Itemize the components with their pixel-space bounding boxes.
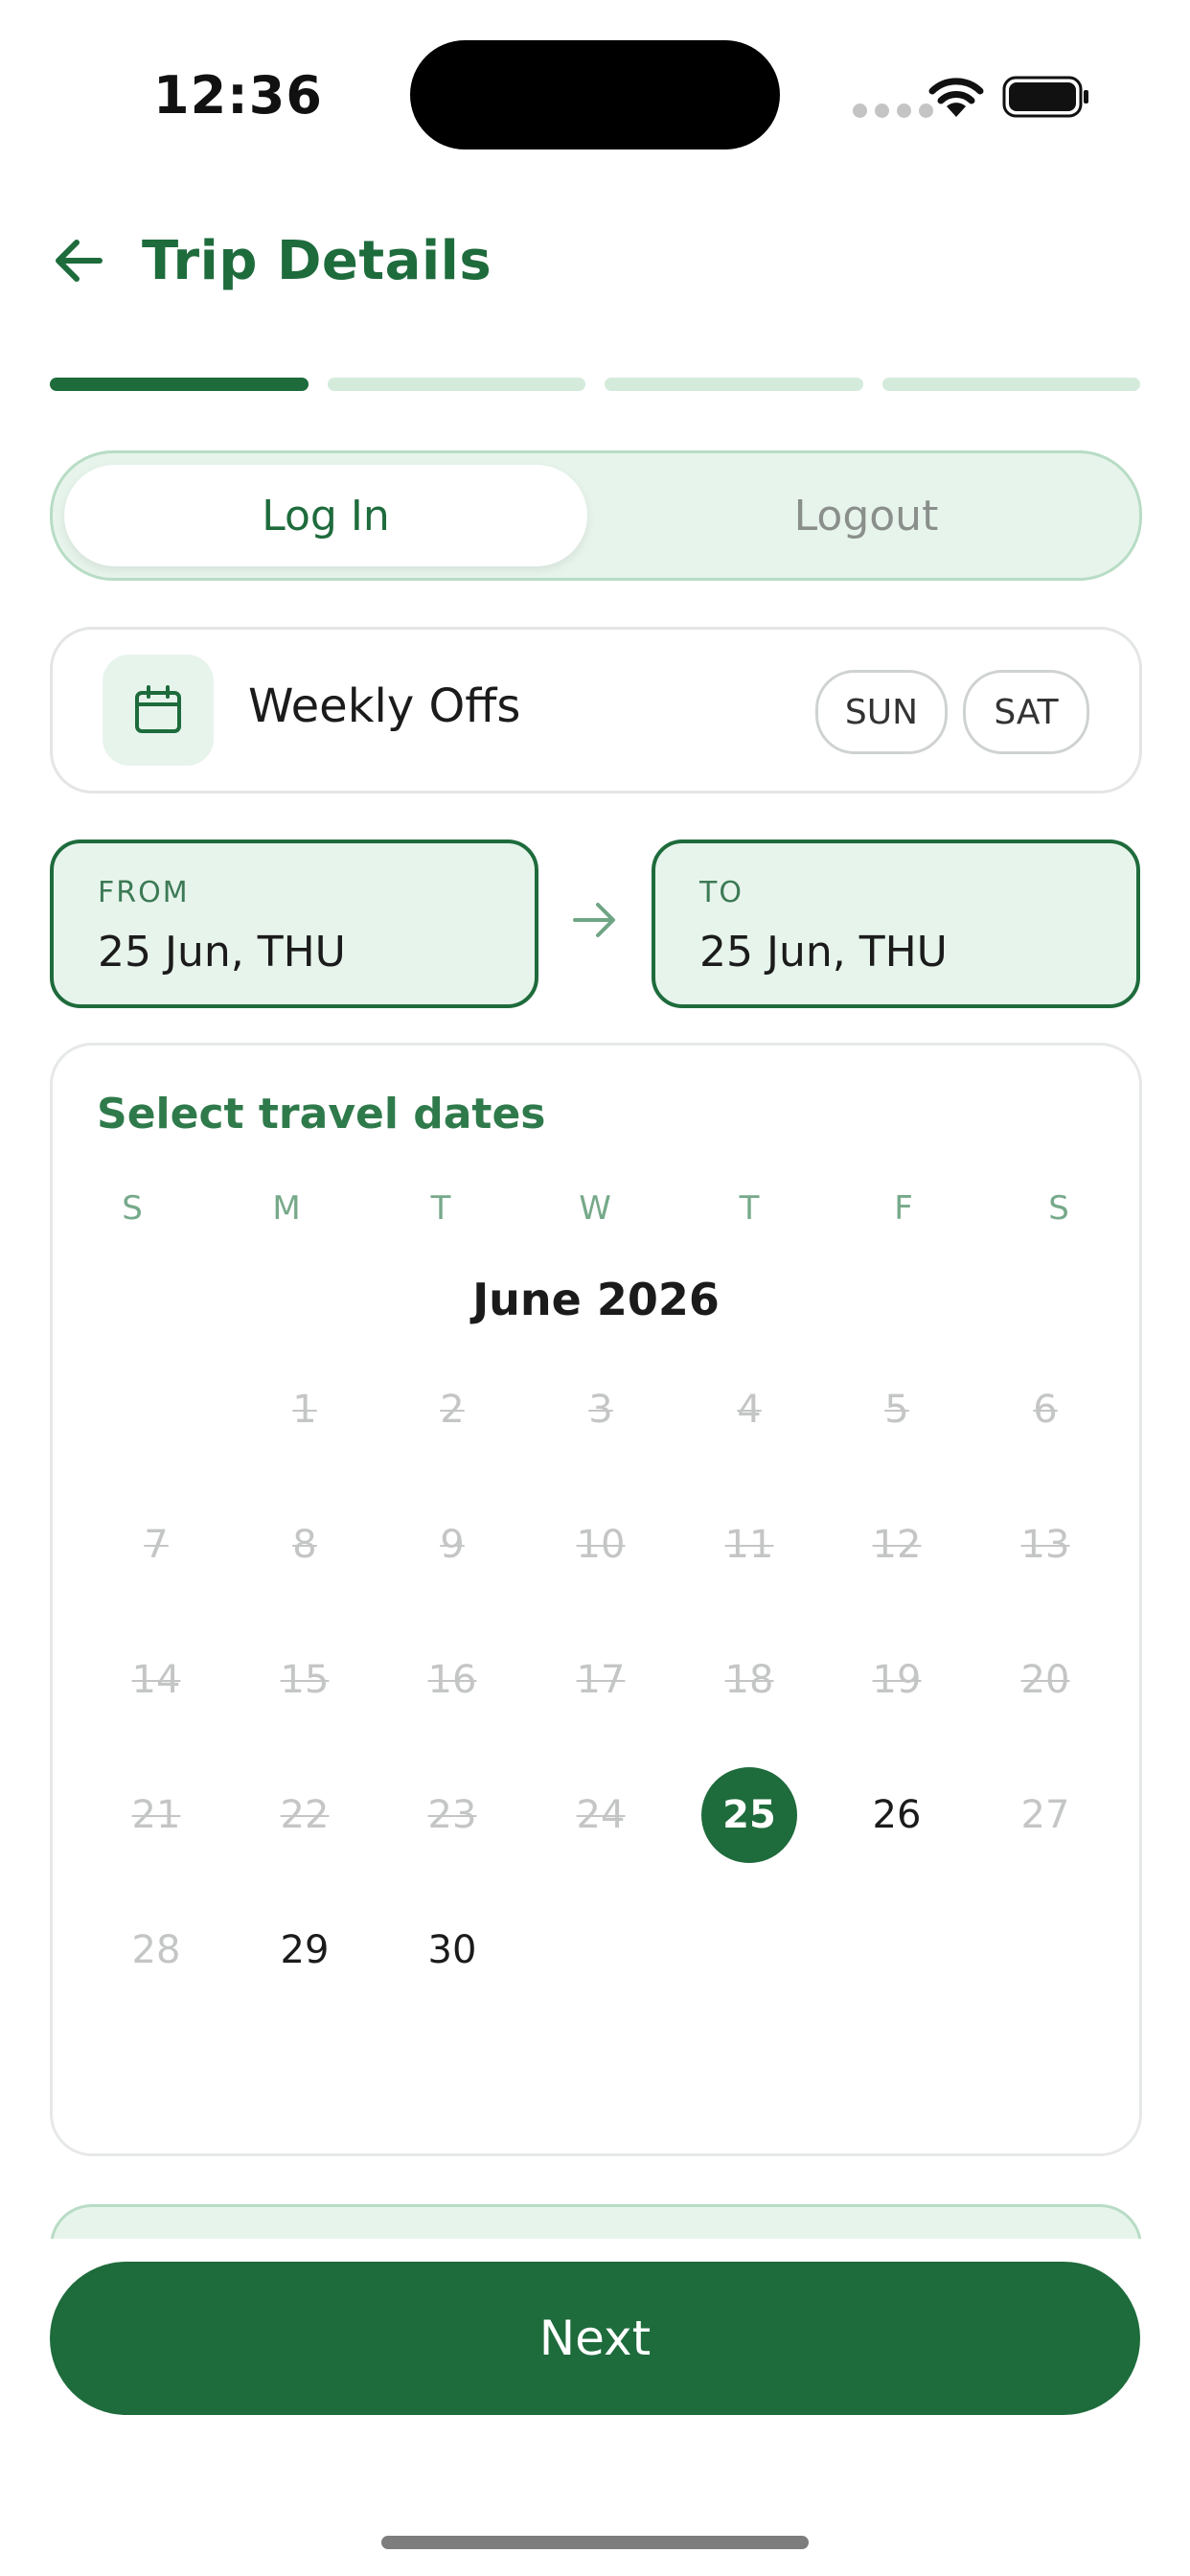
to-value: 25 Jun, THU <box>699 928 948 977</box>
calendar-day-22: 22 <box>280 1793 330 1837</box>
calendar-day-29[interactable]: 29 <box>257 1902 353 1998</box>
calendar-day-12: 12 <box>872 1523 922 1567</box>
calendar-day-11: 11 <box>724 1523 774 1567</box>
status-bar: 12:36 <box>0 0 1190 192</box>
calendar-day-14: 14 <box>131 1658 181 1702</box>
calendar-day-8: 8 <box>292 1523 317 1567</box>
weekday-label: S <box>1048 1189 1069 1228</box>
header: Trip Details <box>50 222 492 299</box>
next-button[interactable]: Next <box>50 2262 1140 2415</box>
calendar-day-17: 17 <box>576 1658 626 1702</box>
calendar-day-23: 23 <box>427 1793 477 1837</box>
calendar-day-2: 2 <box>440 1388 465 1432</box>
from-date-field[interactable]: FROM 25 Jun, THU <box>50 840 538 1008</box>
cellular-signal-icon <box>853 104 933 118</box>
progress-step-2 <box>327 378 585 391</box>
step-progress <box>50 378 1140 391</box>
weekday-label: S <box>122 1189 143 1228</box>
progress-step-4 <box>881 378 1140 391</box>
month-label: June 2026 <box>472 1274 720 1325</box>
calendar-day-26[interactable]: 26 <box>849 1767 945 1863</box>
calendar-day-3: 3 <box>588 1388 613 1432</box>
login-logout-toggle: Log In Logout <box>50 450 1142 581</box>
progress-step-1 <box>50 378 309 391</box>
to-date-field[interactable]: TO 25 Jun, THU <box>652 840 1140 1008</box>
from-label: FROM <box>98 876 190 909</box>
weekly-off-chip-sun[interactable]: SUN <box>815 670 948 754</box>
toggle-logout[interactable]: Logout <box>605 465 1128 566</box>
calendar-day-28: 28 <box>131 1928 181 1972</box>
weekly-offs-card: Weekly Offs SUN SAT <box>50 627 1142 794</box>
weekday-label: F <box>894 1189 913 1228</box>
calendar-day-1: 1 <box>292 1388 317 1432</box>
from-value: 25 Jun, THU <box>98 928 346 977</box>
weekday-label: W <box>579 1189 611 1228</box>
calendar-day-21: 21 <box>131 1793 181 1837</box>
calendar-day-10: 10 <box>576 1523 626 1567</box>
home-indicator <box>381 2536 809 2549</box>
to-label: TO <box>699 876 744 909</box>
calendar-day-30[interactable]: 30 <box>404 1902 500 1998</box>
page-title: Trip Details <box>142 229 492 292</box>
calendar-icon-badge <box>103 655 214 766</box>
calendar-day-27: 27 <box>1020 1793 1070 1837</box>
toggle-log-in[interactable]: Log In <box>64 465 587 566</box>
weekday-label: T <box>739 1189 760 1228</box>
weekday-label: T <box>430 1189 451 1228</box>
calendar-card: Select travel dates SMTWTFS June 2026 12… <box>50 1043 1142 2156</box>
back-arrow-icon[interactable] <box>50 232 107 289</box>
weekly-off-chip-sat[interactable]: SAT <box>963 670 1089 754</box>
calendar-day-9: 9 <box>440 1523 465 1567</box>
weekly-offs-label: Weekly Offs <box>248 679 521 733</box>
calendar-day-15: 15 <box>280 1658 330 1702</box>
calendar-day-7: 7 <box>144 1523 169 1567</box>
calendar-day-4: 4 <box>737 1388 762 1432</box>
calendar-day-25[interactable]: 25 <box>701 1767 797 1863</box>
calendar-day-5: 5 <box>884 1388 909 1432</box>
weekday-label: M <box>272 1189 301 1228</box>
calendar-day-20: 20 <box>1020 1658 1070 1702</box>
status-time: 12:36 <box>153 65 323 126</box>
battery-icon <box>1002 76 1088 118</box>
wifi-icon <box>928 78 984 117</box>
calendar-day-18: 18 <box>724 1658 774 1702</box>
calendar-day-6: 6 <box>1033 1388 1058 1432</box>
calendar-day-13: 13 <box>1020 1523 1070 1567</box>
calendar-day-19: 19 <box>872 1658 922 1702</box>
calendar-icon <box>135 685 181 733</box>
calendar-day-16: 16 <box>427 1658 477 1702</box>
weekday-row: SMTWTFS <box>53 1189 1139 1237</box>
arrow-right-icon <box>573 903 615 937</box>
calendar-day-24: 24 <box>576 1793 626 1837</box>
progress-step-3 <box>605 378 863 391</box>
dynamic-island <box>410 40 780 150</box>
calendar-heading: Select travel dates <box>97 1090 546 1138</box>
